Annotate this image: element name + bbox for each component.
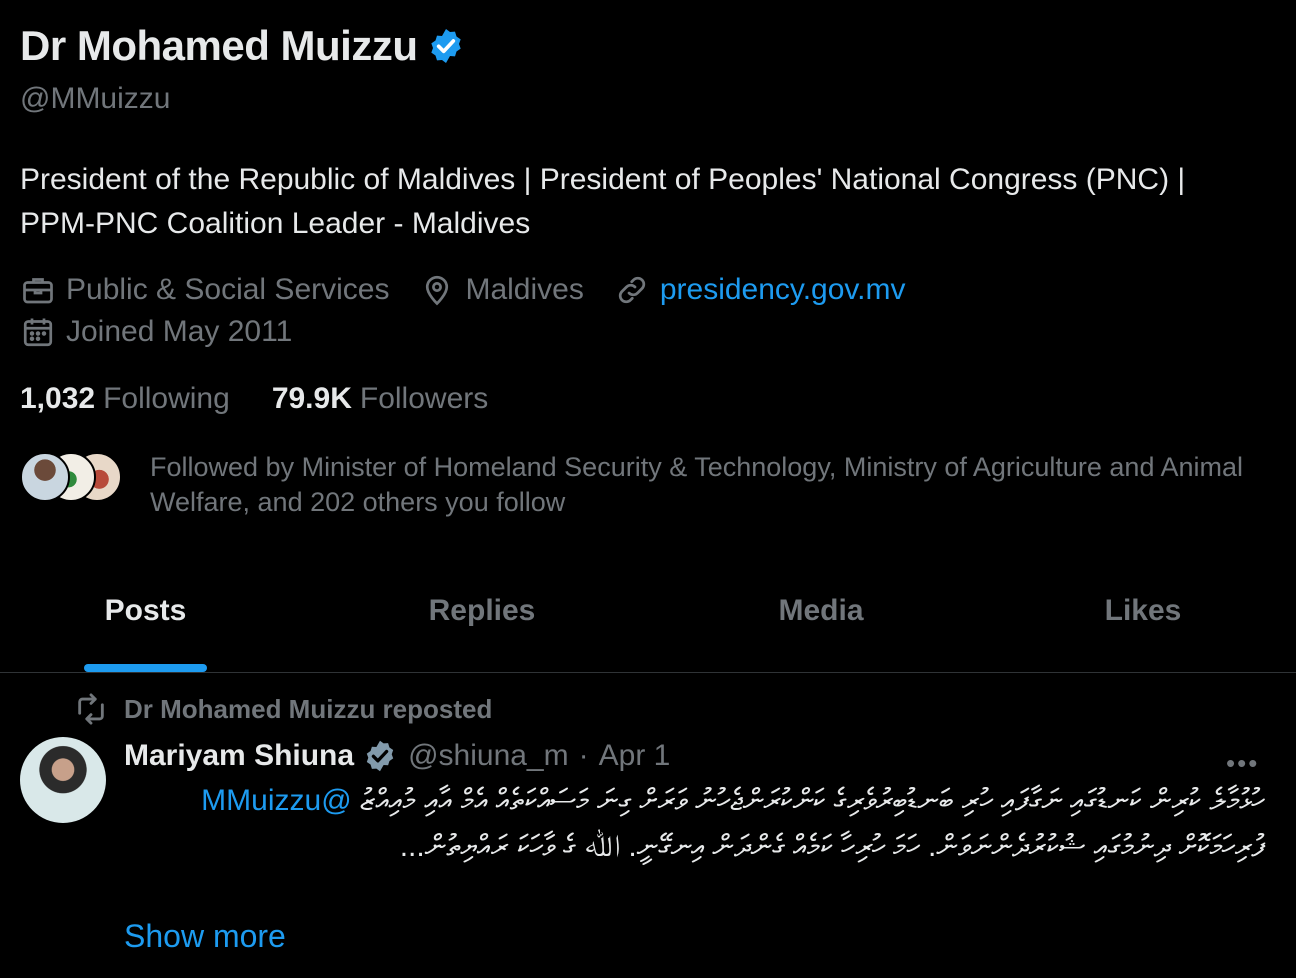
followed-by-row[interactable]: Followed by Minister of Homeland Securit… [20,450,1260,520]
profile-meta-row: Public & Social Services Maldives presid… [20,272,936,308]
followers-count: 79.9K [271,382,352,415]
joined-label: Joined May 2011 [66,315,293,348]
tab-posts[interactable]: Posts [84,594,207,628]
post-header: Mariyam Shiuna @shiuna_m · Apr 1 [124,738,670,774]
separator-dot: · [578,739,589,772]
post-date[interactable]: Apr 1 [599,739,671,773]
post-text-part2: ފުރިހަމަކޮށް ދިނުމުގައި ޝުކުރުދެންނަވަން… [399,830,1264,863]
more-icon[interactable]: ••• [1226,748,1259,779]
mention-link[interactable]: @MMuizzu [201,784,351,817]
tab-replies[interactable]: Replies [420,594,544,628]
avatar[interactable] [20,737,106,823]
following-count: 1,032 [20,382,96,415]
post-text-part1: ހުޅުމާލެ ކުރިން ކަނޑުގައި ނަގާފައި ހުރި … [360,784,1264,817]
profile-joined: Joined May 2011 [20,314,292,350]
following-label: Following [103,382,230,415]
profile-joined-row: Joined May 2011 [20,314,322,350]
profile-handle: @MMuizzu [20,82,171,115]
post-handle[interactable]: @shiuna_m [408,739,569,773]
profile-category: Public & Social Services [20,272,389,308]
location-pin-icon [426,275,449,306]
profile-name-row: Dr Mohamed Muizzu [20,22,466,70]
verified-badge-icon [366,740,394,772]
location-label: Maldives [465,273,584,306]
link-icon [618,276,645,304]
follower-avatars [20,450,130,502]
followers-label: Followers [359,382,489,415]
tab-media[interactable]: Media [770,594,872,628]
website-link[interactable]: presidency.gov.mv [660,273,906,307]
verified-badge-icon[interactable] [426,26,466,66]
tab-likes[interactable]: Likes [1100,594,1186,628]
followers-count-link[interactable]: 79.9K Followers [272,382,488,416]
repost-indicator[interactable]: Dr Mohamed Muizzu reposted [74,692,492,726]
following-count-link[interactable]: 1,032 Following [20,382,230,416]
category-label: Public & Social Services [66,273,390,306]
calendar-icon [23,318,53,347]
profile-name: Dr Mohamed Muizzu [20,22,418,69]
active-tab-indicator [84,664,207,672]
follow-counts: 1,032 Following 79.9K Followers [20,382,530,416]
profile-tabs: Posts Replies Media Likes [0,580,1296,673]
post-text: ހުޅުމާލެ ކުރިން ކަނޑުގައި ނަގާފައި ހުރި … [124,778,1264,870]
repost-label: Dr Mohamed Muizzu reposted [124,693,493,724]
post-author[interactable]: Mariyam Shiuna [124,739,354,773]
avatar [20,452,70,502]
profile-website[interactable]: presidency.gov.mv [614,272,906,308]
profile-location: Maldives [419,272,584,308]
repost-icon [78,693,104,725]
followed-by-text[interactable]: Followed by Minister of Homeland Securit… [150,450,1260,520]
show-more-link[interactable]: Show more [124,918,286,955]
profile-bio: President of the Republic of Maldives | … [20,163,1186,240]
briefcase-icon [23,278,53,304]
